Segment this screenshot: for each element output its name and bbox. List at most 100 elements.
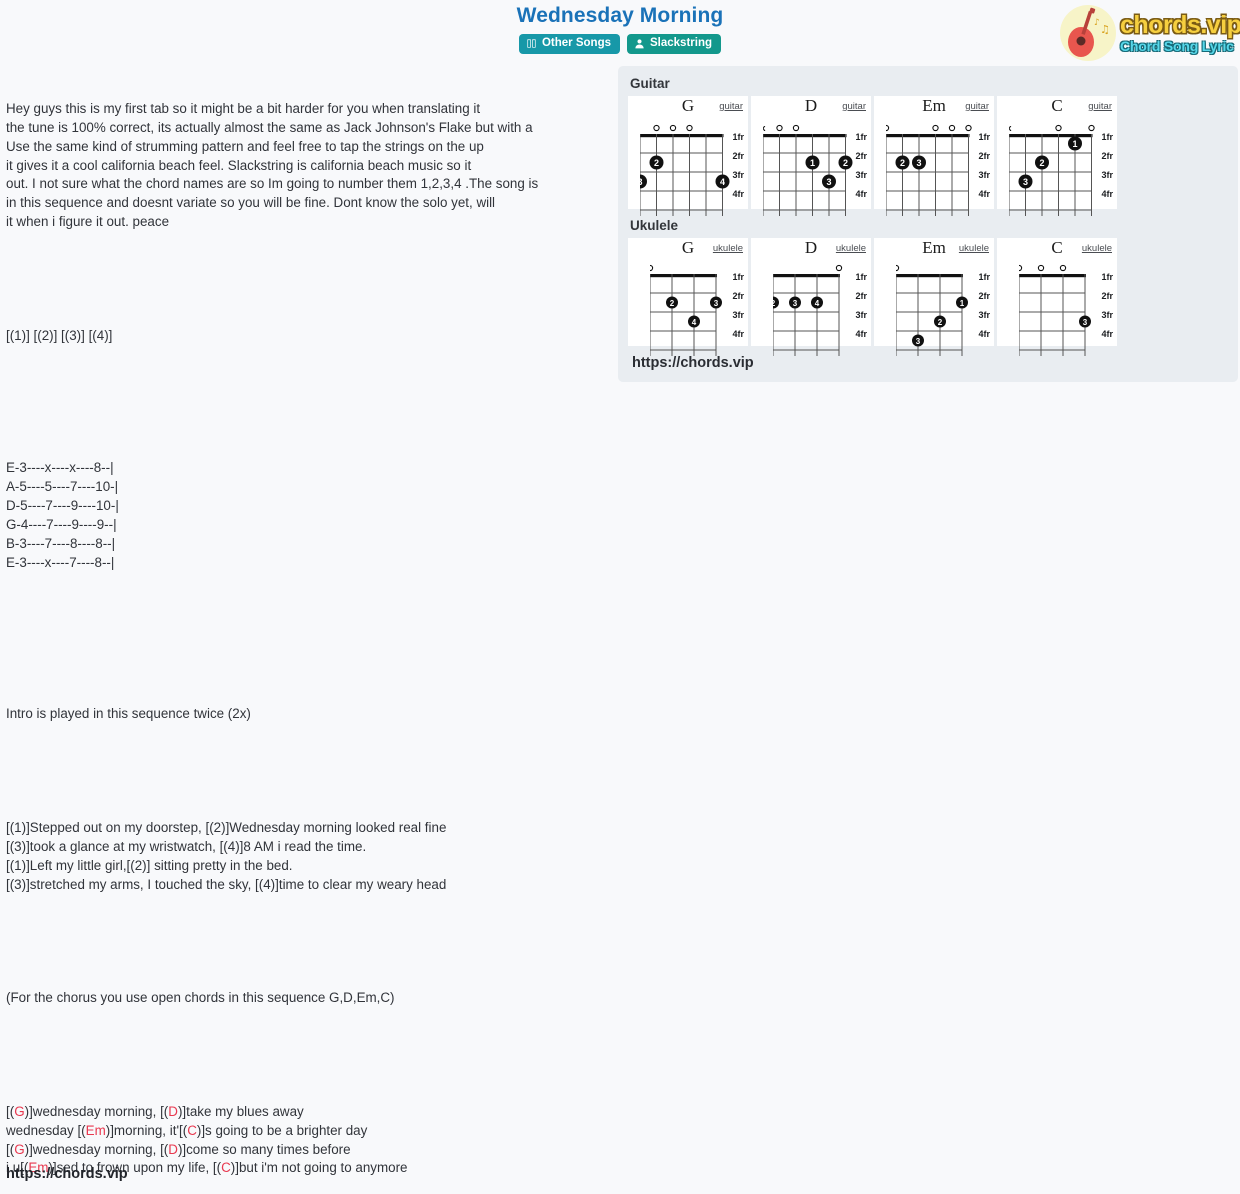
lyric-text: )]wednesday morning, [(	[24, 1103, 169, 1119]
instrument-label: ukulele	[712, 243, 743, 254]
fretboard: 3 2 4	[640, 124, 730, 216]
fret-label: 4fr	[732, 329, 744, 339]
ukulele-chord-row: Gukulele2341fr2fr3fr4frDukulele2341fr2fr…	[628, 238, 1228, 356]
book-icon	[526, 38, 537, 49]
svg-text:4: 4	[692, 318, 697, 327]
svg-text:3: 3	[793, 299, 798, 308]
chord-numbers-line: [(1)] [(2)] [(3)] [(4)]	[6, 327, 113, 343]
lyric-text: [(	[6, 1103, 15, 1119]
fret-number-labels: 1fr 2fr 3fr 4fr	[978, 128, 990, 204]
instrument-label: guitar	[1088, 101, 1112, 112]
guitar-chord-row: Gguitar3241fr2fr3fr4frDguitarx1321fr2fr3…	[628, 96, 1228, 216]
intro-block: Hey guys this is my first tab so it migh…	[6, 100, 539, 230]
fret-label: 2fr	[855, 291, 867, 301]
page-title: Wednesday Morning	[516, 4, 724, 27]
instrument-label: ukulele	[958, 243, 989, 254]
fret-label: 3fr	[1101, 310, 1113, 320]
chord-diagram-d-guitar[interactable]: Dguitarx1321fr2fr3fr4fr	[751, 96, 871, 216]
guitar-icon: ♪ ♫	[1060, 5, 1116, 61]
fretboard: x 3 2 1	[1009, 123, 1095, 216]
fretboard: 3	[1019, 264, 1091, 356]
chord-diagram-em-guitar[interactable]: Em guitar 2 3 1fr 2fr 3fr 4fr	[874, 96, 994, 216]
fret-label: 4fr	[855, 329, 867, 339]
fret-label: 3fr	[855, 310, 867, 320]
fret-number-labels: 1fr 2fr 3fr 4fr	[1101, 128, 1113, 204]
fret-label: 2fr	[1101, 291, 1113, 301]
svg-text:1: 1	[810, 158, 815, 168]
chorus-line: [(G)]wednesday morning, [(D)]come so man…	[6, 1141, 611, 1160]
fret-number-labels: 1fr 2fr 3fr 4fr	[732, 268, 744, 344]
song-page: Wednesday Morning Other Songs Slackstrin…	[0, 0, 1240, 1194]
chorus-line: [(G)]wednesday morning, [(D)]take my blu…	[6, 1103, 611, 1122]
chord-name: D	[168, 1103, 178, 1119]
chord-diagram-em-ukulele[interactable]: Em ukulele 1 2 3 1fr 2fr 3fr 4fr	[874, 238, 994, 356]
chord-name: D	[168, 1141, 178, 1157]
chord-diagram-g-ukulele[interactable]: Gukulele 2 3 4 1fr 2fr 3fr 4fr	[628, 238, 748, 356]
svg-text:3: 3	[916, 158, 921, 168]
lyric-text: )]take my blues away	[177, 1103, 304, 1119]
chord-name: G	[14, 1103, 25, 1119]
svg-text:x: x	[763, 123, 766, 133]
chord-diagram-g-guitar[interactable]: Gguitar3241fr2fr3fr4fr	[628, 96, 748, 216]
fret-label: 1fr	[732, 272, 744, 282]
fretboard: 23	[886, 124, 972, 216]
logo-main-text: chords.vip	[1120, 11, 1240, 39]
chord-diagram-c-ukulele[interactable]: Cukulele 3 1fr 2fr 3fr 4fr	[997, 238, 1117, 356]
chord-diagram-c-guitar[interactable]: Cguitarx3211fr2fr3fr4fr	[997, 96, 1117, 216]
instrument-label: ukulele	[1081, 243, 1112, 254]
chord-name: Em	[85, 1122, 106, 1138]
fret-label: 2fr	[732, 151, 744, 161]
chord-name: G	[14, 1141, 25, 1157]
badge-group: Other Songs Slackstring	[0, 34, 1240, 54]
instrument-label: ukulele	[835, 243, 866, 254]
lyric-text: )]s going to be a brighter day	[196, 1122, 368, 1138]
fret-label: 3fr	[855, 170, 867, 180]
svg-text:3: 3	[1083, 318, 1088, 327]
fret-label: 1fr	[978, 272, 990, 282]
fret-label: 1fr	[855, 132, 867, 142]
lyric-text: )]but i'm not going to anymore	[230, 1160, 408, 1176]
svg-text:4: 4	[815, 299, 820, 308]
svg-text:2: 2	[843, 158, 848, 168]
lyric-text: wednesday [(	[6, 1122, 86, 1138]
lyric-text: )]come so many times before	[177, 1141, 351, 1157]
other-songs-badge[interactable]: Other Songs	[518, 34, 620, 54]
chord-name: C	[187, 1122, 197, 1138]
logo-text: chords.vip Chord Song Lyric	[1120, 11, 1240, 54]
other-songs-label: Other Songs	[541, 37, 611, 49]
svg-text:1: 1	[1072, 139, 1077, 149]
fret-number-labels: 1fr 2fr 3fr 4fr	[978, 268, 990, 344]
fret-number-labels: 1fr 2fr 3fr 4fr	[732, 128, 744, 204]
fret-label: 2fr	[978, 291, 990, 301]
fret-label: 1fr	[1101, 132, 1113, 142]
artist-badge[interactable]: Slackstring	[627, 34, 721, 54]
footer-url[interactable]: https://chords.vip	[6, 1166, 128, 1182]
svg-text:♪: ♪	[1094, 18, 1100, 28]
fret-label: 4fr	[978, 189, 990, 199]
chord-diagram-d-ukulele[interactable]: Dukulele2341fr2fr3fr4fr	[751, 238, 871, 356]
svg-text:1: 1	[960, 299, 965, 308]
svg-text:x: x	[1009, 123, 1012, 133]
fret-label: 3fr	[732, 170, 744, 180]
svg-text:2: 2	[670, 299, 675, 308]
fret-label: 1fr	[732, 132, 744, 142]
lyric-text: )]morning, it'[(	[105, 1122, 188, 1138]
fret-label: 2fr	[1101, 151, 1113, 161]
site-logo[interactable]: ♪ ♫ chords.vip Chord Song Lyric	[1060, 4, 1240, 62]
svg-text:3: 3	[826, 177, 831, 187]
lyrics-column: Hey guys this is my first tab so it migh…	[6, 62, 611, 1194]
fret-label: 3fr	[732, 310, 744, 320]
chord-name: C	[221, 1160, 231, 1176]
svg-text:2: 2	[654, 158, 659, 168]
fretboard: 234	[650, 264, 722, 356]
instrument-label: guitar	[719, 101, 743, 112]
fret-label: 4fr	[732, 189, 744, 199]
instrument-label: guitar	[965, 101, 989, 112]
chorus-note: (For the chorus you use open chords in t…	[6, 990, 395, 1006]
svg-text:3: 3	[1023, 177, 1028, 187]
fret-label: 4fr	[978, 329, 990, 339]
fret-label: 3fr	[978, 170, 990, 180]
svg-text:2: 2	[900, 158, 905, 168]
fretboard: 234	[773, 264, 843, 356]
tab-block: E-3----x----x----8--| A-5----5----7----1…	[6, 460, 119, 570]
